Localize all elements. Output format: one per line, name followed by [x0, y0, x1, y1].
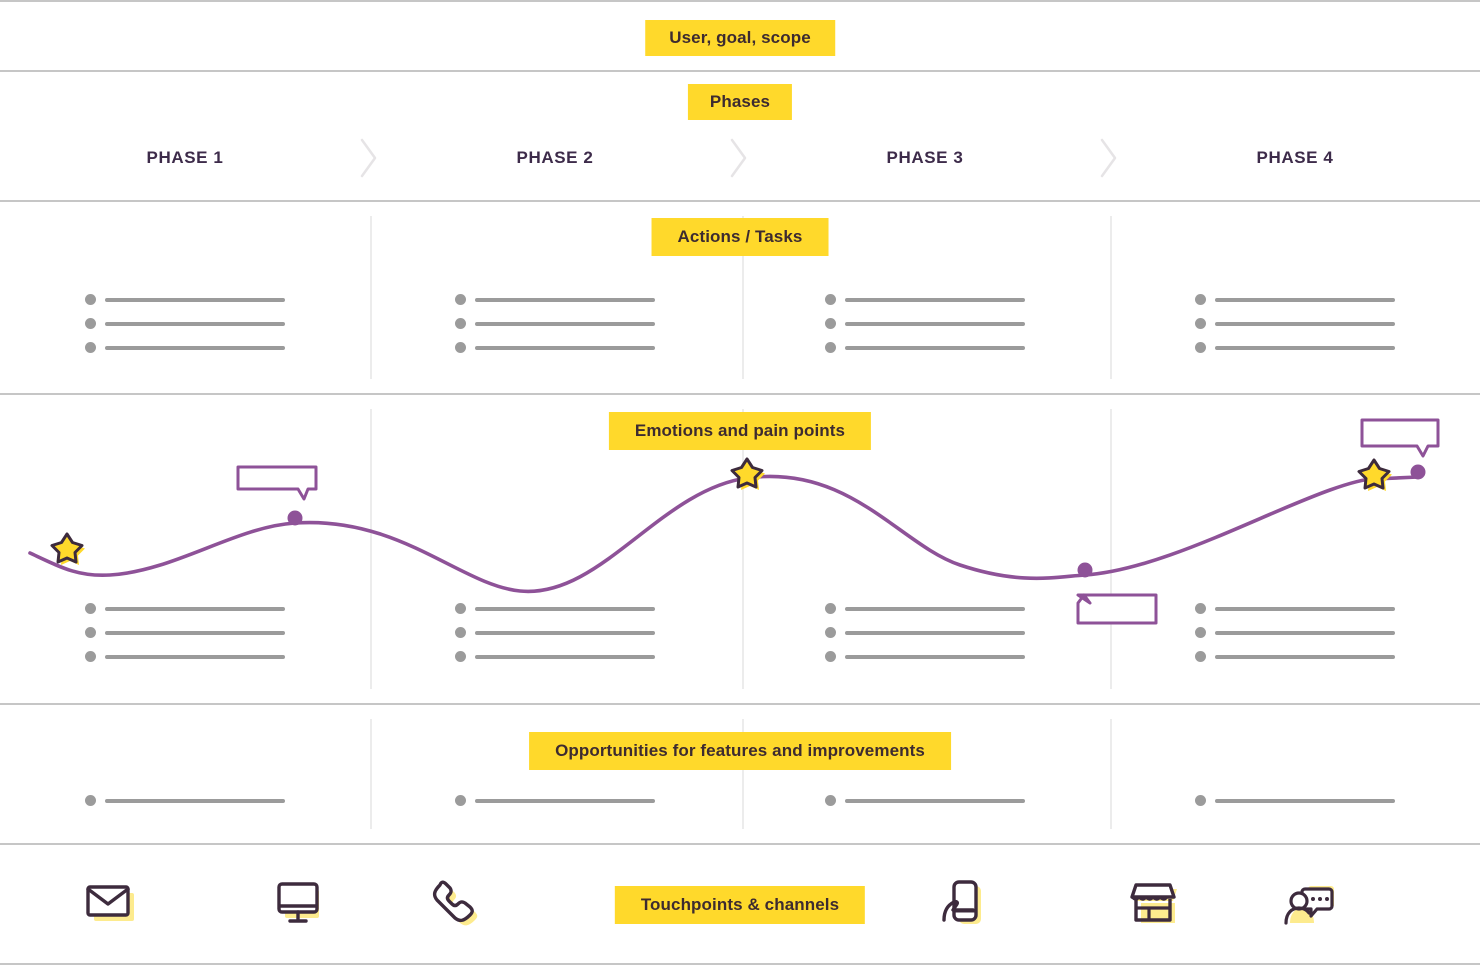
section-label-actions-tasks[interactable]: Actions / Tasks: [651, 218, 829, 256]
phase-label-2: PHASE 2: [516, 148, 594, 167]
row-touchpoints-channels: Touchpoints & channels: [0, 845, 1480, 965]
bullet-line: [105, 345, 285, 350]
phase-cell-1[interactable]: PHASE 1: [0, 138, 377, 178]
bullet-dot: [455, 318, 466, 329]
bullet-line: [105, 798, 285, 803]
bullet-line: [845, 798, 1025, 803]
emotion-curve-line: [28, 474, 1420, 594]
bullet-dot: [825, 294, 836, 305]
section-label-opportunities[interactable]: Opportunities for features and improveme…: [529, 732, 951, 770]
bullet-dot: [85, 795, 96, 806]
phase-cell-4[interactable]: PHASE 4: [1110, 148, 1480, 168]
list-item[interactable]: [455, 294, 655, 305]
bullet-dot: [825, 342, 836, 353]
bullet-dot: [1195, 318, 1206, 329]
opportunities-column: [740, 795, 1110, 806]
bullet-line: [845, 345, 1025, 350]
list-item[interactable]: [825, 318, 1025, 329]
bullet-line: [1215, 297, 1395, 302]
phase-strip: PHASE 1 PHASE 2 PHASE 3 PHASE 4: [0, 128, 1480, 188]
bullet-dot: [1195, 342, 1206, 353]
bullet-line: [475, 798, 655, 803]
bullet-dot: [455, 342, 466, 353]
bullet-line: [1215, 798, 1395, 803]
curve-point-marker[interactable]: [1410, 464, 1426, 480]
section-label-user-goal-scope[interactable]: User, goal, scope: [645, 20, 835, 56]
journey-map: User, goal, scope Phases PHASE 1 PHASE 2…: [0, 0, 1480, 965]
section-label-emotions-pain-points[interactable]: Emotions and pain points: [608, 412, 872, 450]
bullet-dot: [1195, 795, 1206, 806]
desktop-icon[interactable]: [268, 873, 330, 935]
opportunities-column: [1110, 795, 1480, 806]
list-item[interactable]: [85, 342, 285, 353]
actions-column: [1110, 294, 1480, 353]
column-dividers: [0, 705, 1480, 843]
bullet-dot: [85, 294, 96, 305]
list-item[interactable]: [85, 294, 285, 305]
curve-point-marker[interactable]: [1077, 562, 1093, 578]
list-item[interactable]: [455, 342, 655, 353]
star-marker[interactable]: [1357, 458, 1392, 491]
actions-list-grid: [0, 294, 1480, 353]
curve-point-marker[interactable]: [287, 510, 303, 526]
bullet-line: [475, 321, 655, 326]
bullet-line: [845, 297, 1025, 302]
bullet-line: [845, 321, 1025, 326]
actions-column: [740, 294, 1110, 353]
bullet-line: [475, 297, 655, 302]
phase-cell-3[interactable]: PHASE 3: [740, 138, 1117, 178]
bullet-dot: [455, 795, 466, 806]
list-item[interactable]: [1195, 294, 1395, 305]
bullet-dot: [1195, 294, 1206, 305]
list-item[interactable]: [1195, 795, 1395, 806]
bullet-dot: [455, 294, 466, 305]
person-chat-icon[interactable]: [1277, 873, 1339, 935]
bullet-line: [475, 345, 655, 350]
phase-cell-2[interactable]: PHASE 2: [370, 138, 747, 178]
row-user-goal-scope: User, goal, scope: [0, 0, 1480, 72]
callout-box[interactable]: [236, 465, 318, 501]
column-divider: [1110, 719, 1112, 829]
bullet-line: [1215, 321, 1395, 326]
actions-column: [0, 294, 370, 353]
list-item[interactable]: [825, 294, 1025, 305]
bullet-line: [105, 321, 285, 326]
bullet-line: [1215, 345, 1395, 350]
list-item[interactable]: [1195, 318, 1395, 329]
phase-label-3: PHASE 3: [886, 148, 964, 167]
list-item[interactable]: [1195, 342, 1395, 353]
phase-label-1: PHASE 1: [146, 148, 224, 167]
opportunities-list-grid: [0, 795, 1480, 806]
bullet-dot: [825, 318, 836, 329]
row-actions-tasks: Actions / Tasks: [0, 202, 1480, 395]
bullet-line: [105, 297, 285, 302]
opportunities-column: [0, 795, 370, 806]
list-item[interactable]: [455, 795, 655, 806]
actions-column: [370, 294, 740, 353]
bullet-dot: [85, 318, 96, 329]
list-item[interactable]: [825, 342, 1025, 353]
store-icon[interactable]: [1123, 873, 1185, 935]
star-marker[interactable]: [50, 532, 85, 565]
email-icon[interactable]: [80, 873, 142, 935]
mobile-hand-icon[interactable]: [932, 873, 994, 935]
list-item[interactable]: [85, 795, 285, 806]
list-item[interactable]: [85, 318, 285, 329]
row-opportunities: Opportunities for features and improveme…: [0, 705, 1480, 845]
list-item[interactable]: [825, 795, 1025, 806]
bullet-dot: [825, 795, 836, 806]
row-emotions-pain-points: Emotions and pain points: [0, 395, 1480, 705]
list-item[interactable]: [455, 318, 655, 329]
phone-icon[interactable]: [420, 873, 482, 935]
opportunities-column: [370, 795, 740, 806]
section-label-phases[interactable]: Phases: [687, 84, 793, 120]
callout-box[interactable]: [1360, 418, 1440, 458]
phase-label-4: PHASE 4: [1256, 148, 1334, 167]
column-divider: [370, 719, 372, 829]
section-label-touchpoints-channels[interactable]: Touchpoints & channels: [614, 886, 866, 924]
bullet-dot: [85, 342, 96, 353]
star-marker[interactable]: [730, 457, 765, 490]
callout-box[interactable]: [1076, 593, 1158, 625]
row-phases: Phases PHASE 1 PHASE 2 PHASE 3 PHASE 4: [0, 72, 1480, 202]
